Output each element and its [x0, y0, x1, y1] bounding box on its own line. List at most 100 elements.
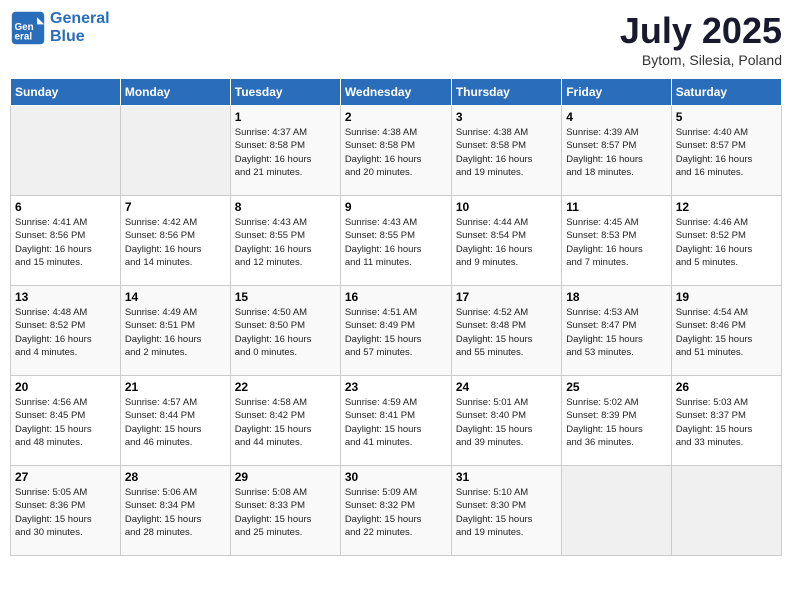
day-number: 31: [456, 470, 557, 484]
weekday-header-tuesday: Tuesday: [230, 79, 340, 106]
day-number: 12: [676, 200, 777, 214]
calendar-cell: 30 Sunrise: 5:09 AM Sunset: 8:32 PM Dayli…: [340, 466, 451, 556]
day-info: Sunrise: 4:45 AM Sunset: 8:53 PM Dayligh…: [566, 216, 666, 269]
calendar-cell: 22Sunrise: 4:58 AM Sunset: 8:42 PM Dayli…: [230, 376, 340, 466]
day-info: Sunrise: 4:56 AM Sunset: 8:45 PM Dayligh…: [15, 396, 116, 449]
day-info: Sunrise: 5:01 AM Sunset: 8:40 PM Dayligh…: [456, 396, 557, 449]
calendar-cell: 20 Sunrise: 4:56 AM Sunset: 8:45 PM Dayli…: [11, 376, 121, 466]
day-info: Sunrise: 4:38 AM Sunset: 8:58 PM Dayligh…: [456, 126, 557, 179]
day-info: Sunrise: 4:59 AM Sunset: 8:41 PM Dayligh…: [345, 396, 447, 449]
day-info: Sunrise: 5:03 AM Sunset: 8:37 PM Dayligh…: [676, 396, 777, 449]
day-info: Sunrise: 5:10 AM Sunset: 8:30 PM Dayligh…: [456, 486, 557, 539]
day-number: 19: [676, 290, 777, 304]
day-number: 27: [15, 470, 116, 484]
calendar-cell: 16 Sunrise: 4:51 AM Sunset: 8:49 PM Dayli…: [340, 286, 451, 376]
day-number: 26: [676, 380, 777, 394]
weekday-header-wednesday: Wednesday: [340, 79, 451, 106]
day-info: Sunrise: 4:40 AM Sunset: 8:57 PM Dayligh…: [676, 126, 777, 179]
day-number: 29: [235, 470, 336, 484]
calendar-cell: 3 Sunrise: 4:38 AM Sunset: 8:58 PM Daylig…: [451, 106, 561, 196]
day-info: Sunrise: 4:42 AM Sunset: 8:56 PM Dayligh…: [125, 216, 226, 269]
calendar-cell: [562, 466, 671, 556]
day-number: 23: [345, 380, 447, 394]
calendar-cell: 29 Sunrise: 5:08 AM Sunset: 8:33 PM Dayli…: [230, 466, 340, 556]
day-info: Sunrise: 4:53 AM Sunset: 8:47 PM Dayligh…: [566, 306, 666, 359]
day-number: 16: [345, 290, 447, 304]
calendar-cell: 28Sunrise: 5:06 AM Sunset: 8:34 PM Dayli…: [120, 466, 230, 556]
day-info: Sunrise: 4:44 AM Sunset: 8:54 PM Dayligh…: [456, 216, 557, 269]
calendar-cell: 6Sunrise: 4:41 AM Sunset: 8:56 PM Daylig…: [11, 196, 121, 286]
calendar-cell: 23 Sunrise: 4:59 AM Sunset: 8:41 PM Dayli…: [340, 376, 451, 466]
weekday-header-thursday: Thursday: [451, 79, 561, 106]
day-info: Sunrise: 4:43 AM Sunset: 8:55 PM Dayligh…: [235, 216, 336, 269]
day-info: Sunrise: 5:08 AM Sunset: 8:33 PM Dayligh…: [235, 486, 336, 539]
day-info: Sunrise: 5:09 AM Sunset: 8:32 PM Dayligh…: [345, 486, 447, 539]
weekday-header-friday: Friday: [562, 79, 671, 106]
day-number: 6: [15, 200, 116, 214]
day-number: 17: [456, 290, 557, 304]
day-number: 25: [566, 380, 666, 394]
day-number: 30: [345, 470, 447, 484]
logo-text-general: General: [50, 10, 110, 27]
week-row-2: 6Sunrise: 4:41 AM Sunset: 8:56 PM Daylig…: [11, 196, 782, 286]
day-info: Sunrise: 4:51 AM Sunset: 8:49 PM Dayligh…: [345, 306, 447, 359]
day-info: Sunrise: 4:49 AM Sunset: 8:51 PM Dayligh…: [125, 306, 226, 359]
day-number: 18: [566, 290, 666, 304]
day-info: Sunrise: 4:48 AM Sunset: 8:52 PM Dayligh…: [15, 306, 116, 359]
calendar-cell: 13Sunrise: 4:48 AM Sunset: 8:52 PM Dayli…: [11, 286, 121, 376]
month-title: July 2025: [620, 10, 782, 52]
week-row-3: 13Sunrise: 4:48 AM Sunset: 8:52 PM Dayli…: [11, 286, 782, 376]
day-number: 3: [456, 110, 557, 124]
day-info: Sunrise: 4:46 AM Sunset: 8:52 PM Dayligh…: [676, 216, 777, 269]
calendar-cell: 26 Sunrise: 5:03 AM Sunset: 8:37 PM Dayli…: [671, 376, 781, 466]
day-number: 21: [125, 380, 226, 394]
calendar-cell: 11 Sunrise: 4:45 AM Sunset: 8:53 PM Dayli…: [562, 196, 671, 286]
calendar-cell: [120, 106, 230, 196]
calendar-cell: 9Sunrise: 4:43 AM Sunset: 8:55 PM Daylig…: [340, 196, 451, 286]
weekday-header-row: SundayMondayTuesdayWednesdayThursdayFrid…: [11, 79, 782, 106]
calendar-cell: 1 Sunrise: 4:37 AM Sunset: 8:58 PM Daylig…: [230, 106, 340, 196]
logo-icon: Gen eral: [10, 10, 46, 46]
week-row-4: 20 Sunrise: 4:56 AM Sunset: 8:45 PM Dayli…: [11, 376, 782, 466]
calendar-table: SundayMondayTuesdayWednesdayThursdayFrid…: [10, 78, 782, 556]
calendar-cell: 5Sunrise: 4:40 AM Sunset: 8:57 PM Daylig…: [671, 106, 781, 196]
day-number: 10: [456, 200, 557, 214]
day-info: Sunrise: 4:43 AM Sunset: 8:55 PM Dayligh…: [345, 216, 447, 269]
weekday-header-saturday: Saturday: [671, 79, 781, 106]
day-info: Sunrise: 5:06 AM Sunset: 8:34 PM Dayligh…: [125, 486, 226, 539]
calendar-cell: 27Sunrise: 5:05 AM Sunset: 8:36 PM Dayli…: [11, 466, 121, 556]
day-info: Sunrise: 5:02 AM Sunset: 8:39 PM Dayligh…: [566, 396, 666, 449]
day-number: 11: [566, 200, 666, 214]
calendar-cell: 25 Sunrise: 5:02 AM Sunset: 8:39 PM Dayli…: [562, 376, 671, 466]
day-number: 20: [15, 380, 116, 394]
week-row-5: 27Sunrise: 5:05 AM Sunset: 8:36 PM Dayli…: [11, 466, 782, 556]
calendar-cell: 19Sunrise: 4:54 AM Sunset: 8:46 PM Dayli…: [671, 286, 781, 376]
weekday-header-monday: Monday: [120, 79, 230, 106]
day-number: 22: [235, 380, 336, 394]
title-block: July 2025 Bytom, Silesia, Poland: [620, 10, 782, 68]
page-header: Gen eral General Blue July 2025 Bytom, S…: [10, 10, 782, 68]
calendar-cell: 4 Sunrise: 4:39 AM Sunset: 8:57 PM Daylig…: [562, 106, 671, 196]
day-number: 2: [345, 110, 447, 124]
week-row-1: 1 Sunrise: 4:37 AM Sunset: 8:58 PM Daylig…: [11, 106, 782, 196]
day-info: Sunrise: 4:38 AM Sunset: 8:58 PM Dayligh…: [345, 126, 447, 179]
logo: Gen eral General Blue: [10, 10, 110, 46]
calendar-cell: 21 Sunrise: 4:57 AM Sunset: 8:44 PM Dayli…: [120, 376, 230, 466]
calendar-cell: 2 Sunrise: 4:38 AM Sunset: 8:58 PM Daylig…: [340, 106, 451, 196]
location: Bytom, Silesia, Poland: [620, 52, 782, 68]
calendar-cell: [11, 106, 121, 196]
day-number: 15: [235, 290, 336, 304]
day-number: 14: [125, 290, 226, 304]
calendar-cell: 7 Sunrise: 4:42 AM Sunset: 8:56 PM Daylig…: [120, 196, 230, 286]
logo-text-blue: Blue: [50, 28, 110, 46]
svg-text:eral: eral: [15, 32, 33, 43]
calendar-cell: 15Sunrise: 4:50 AM Sunset: 8:50 PM Dayli…: [230, 286, 340, 376]
day-info: Sunrise: 4:57 AM Sunset: 8:44 PM Dayligh…: [125, 396, 226, 449]
day-info: Sunrise: 4:39 AM Sunset: 8:57 PM Dayligh…: [566, 126, 666, 179]
calendar-cell: 24Sunrise: 5:01 AM Sunset: 8:40 PM Dayli…: [451, 376, 561, 466]
day-info: Sunrise: 4:37 AM Sunset: 8:58 PM Dayligh…: [235, 126, 336, 179]
day-number: 1: [235, 110, 336, 124]
day-number: 4: [566, 110, 666, 124]
day-number: 7: [125, 200, 226, 214]
calendar-cell: [671, 466, 781, 556]
